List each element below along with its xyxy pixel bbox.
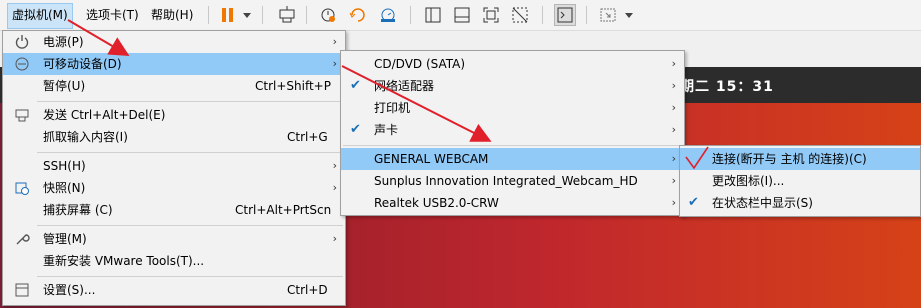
menu-item-printer[interactable]: 打印机 › — [341, 97, 684, 119]
menu-separator — [37, 276, 343, 277]
menu-item-network-adapter[interactable]: ✔ 网络适配器 › — [341, 75, 684, 97]
menu-item-label: 捕获屏幕 (C) — [43, 203, 113, 217]
menu-item-label: 更改图标(I)... — [712, 174, 785, 188]
menu-tabs[interactable]: 选项卡(T) — [82, 3, 143, 27]
menu-item-show-in-statusbar[interactable]: ✔ 在状态栏中显示(S) — [680, 192, 920, 214]
fit-window-icon[interactable] — [452, 5, 472, 25]
menu-item-label: GENERAL WEBCAM — [374, 152, 489, 166]
checkmark-icon: ✔ — [350, 78, 361, 93]
fullscreen-icon[interactable] — [481, 5, 501, 25]
checkmark-icon: ✔ — [350, 122, 361, 137]
submenu-arrow-icon: › — [332, 159, 337, 172]
power-icon — [14, 34, 30, 50]
stretch-icon[interactable] — [598, 5, 618, 25]
wrench-icon — [14, 231, 30, 247]
menu-item-snapshot[interactable]: 快照(N) › — [3, 177, 345, 199]
menu-item-reinstall-tools[interactable]: 重新安装 VMware Tools(T)... — [3, 250, 345, 272]
menu-separator — [37, 225, 343, 226]
menu-separator — [343, 145, 682, 146]
no-frame-icon[interactable] — [510, 5, 530, 25]
menu-item-label: Realtek USB2.0-CRW — [374, 196, 499, 210]
devices-submenu: CD/DVD (SATA) › ✔ 网络适配器 › 打印机 › ✔ 声卡 › G… — [340, 50, 685, 216]
menu-item-label: 重新安装 VMware Tools(T)... — [43, 254, 205, 268]
menu-item-settings[interactable]: 设置(S)... Ctrl+D — [3, 279, 345, 301]
snapshot-manager-icon[interactable] — [378, 5, 398, 25]
menu-item-realtek-crw[interactable]: Realtek USB2.0-CRW › — [341, 192, 684, 214]
revert-snapshot-icon[interactable] — [348, 5, 368, 25]
checkmark-icon: ✔ — [688, 195, 699, 210]
toolbar-separator — [542, 6, 543, 24]
toolbar: 虚拟机(M) 选项卡(T) 帮助(H) — [0, 0, 921, 31]
menu-item-ssh[interactable]: SSH(H) › — [3, 155, 345, 177]
send-ctrl-alt-del-icon — [14, 107, 30, 123]
settings-icon — [14, 282, 30, 298]
menu-item-sound-card[interactable]: ✔ 声卡 › — [341, 119, 684, 141]
shortcut-label: Ctrl+D — [287, 283, 328, 297]
submenu-arrow-icon: › — [332, 57, 337, 70]
submenu-arrow-icon: › — [671, 152, 676, 165]
menu-item-general-webcam[interactable]: GENERAL WEBCAM › — [341, 148, 684, 170]
toolbar-separator — [410, 6, 411, 24]
toolbar-separator — [586, 6, 587, 24]
menu-vm[interactable]: 虚拟机(M) — [7, 3, 73, 29]
menu-item-cd-dvd[interactable]: CD/DVD (SATA) › — [341, 53, 684, 75]
menu-item-label: 可移动设备(D) — [43, 57, 122, 71]
menu-item-label: 抓取输入内容(I) — [43, 130, 128, 144]
toolbar-separator — [208, 6, 209, 24]
menu-item-label: 连接(断开与 主机 的连接)(C) — [712, 152, 867, 166]
menu-separator — [37, 152, 343, 153]
vm-menu: 电源(P) › 可移动设备(D) › 暂停(U) Ctrl+Shift+P 发送… — [2, 30, 346, 306]
menu-item-label: 暂停(U) — [43, 79, 86, 93]
submenu-arrow-icon: › — [332, 232, 337, 245]
menu-item-removable-devices[interactable]: 可移动设备(D) › — [3, 53, 345, 75]
webcam-submenu: 连接(断开与 主机 的连接)(C) 更改图标(I)... ✔ 在状态栏中显示(S… — [679, 145, 921, 217]
snapshot-icon — [14, 180, 30, 196]
menu-item-send-ctrl-alt-del[interactable]: 发送 Ctrl+Alt+Del(E) — [3, 104, 345, 126]
menu-help[interactable]: 帮助(H) — [147, 3, 197, 27]
console-icon[interactable] — [554, 4, 576, 26]
submenu-arrow-icon: › — [332, 35, 337, 48]
menu-item-label: 发送 Ctrl+Alt+Del(E) — [43, 108, 166, 122]
menu-item-label: 管理(M) — [43, 232, 87, 246]
menu-item-power[interactable]: 电源(P) › — [3, 31, 345, 53]
menu-item-label: CD/DVD (SATA) — [374, 57, 466, 71]
menu-item-capture-screen[interactable]: 捕获屏幕 (C) Ctrl+Alt+PrtScn — [3, 199, 345, 221]
menu-item-label: 网络适配器 — [374, 79, 435, 93]
shortcut-label: Ctrl+G — [287, 130, 328, 144]
menu-item-pause[interactable]: 暂停(U) Ctrl+Shift+P — [3, 75, 345, 97]
submenu-arrow-icon: › — [671, 123, 676, 136]
single-window-icon[interactable] — [423, 5, 443, 25]
submenu-arrow-icon: › — [332, 181, 337, 194]
menu-item-label: 声卡 — [374, 123, 399, 137]
menu-item-manage[interactable]: 管理(M) › — [3, 228, 345, 250]
pause-icon[interactable] — [218, 5, 238, 25]
shortcut-label: Ctrl+Alt+PrtScn — [235, 203, 332, 217]
menu-item-label: 设置(S)... — [43, 283, 96, 297]
menu-item-connect[interactable]: 连接(断开与 主机 的连接)(C) — [680, 148, 920, 170]
menu-item-label: SSH(H) — [43, 159, 86, 173]
guest-clock: 期二 15：31 — [680, 79, 774, 95]
menu-item-grab-input[interactable]: 抓取输入内容(I) Ctrl+G — [3, 126, 345, 148]
menu-item-label: 电源(P) — [43, 35, 84, 49]
removable-device-icon — [14, 56, 30, 72]
toolbar-separator — [306, 6, 307, 24]
submenu-arrow-icon: › — [671, 79, 676, 92]
dropdown-arrow-icon[interactable] — [240, 5, 254, 25]
shortcut-label: Ctrl+Shift+P — [255, 79, 331, 93]
dropdown-arrow-icon[interactable] — [622, 5, 636, 25]
menu-item-label: Sunplus Innovation Integrated_Webcam_HD — [374, 174, 638, 188]
submenu-arrow-icon: › — [671, 101, 676, 114]
menu-item-change-icon[interactable]: 更改图标(I)... — [680, 170, 920, 192]
menu-item-label: 快照(N) — [43, 181, 86, 195]
menu-item-sunplus-webcam[interactable]: Sunplus Innovation Integrated_Webcam_HD … — [341, 170, 684, 192]
menu-separator — [37, 101, 343, 102]
send-keys-icon[interactable] — [277, 5, 297, 25]
menu-item-label: 打印机 — [374, 101, 411, 115]
toolbar-separator — [262, 6, 263, 24]
menu-item-label: 在状态栏中显示(S) — [712, 196, 813, 210]
snapshot-icon[interactable] — [318, 5, 338, 25]
submenu-arrow-icon: › — [671, 57, 676, 70]
submenu-arrow-icon: › — [671, 174, 676, 187]
submenu-arrow-icon: › — [671, 196, 676, 209]
